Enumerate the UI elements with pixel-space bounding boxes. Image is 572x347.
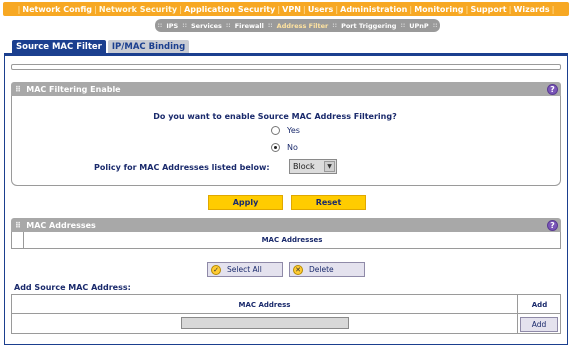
- delete-icon: ✕: [293, 264, 303, 275]
- nav-separator: |: [93, 4, 97, 14]
- nav-vpn[interactable]: VPN: [282, 5, 301, 14]
- nav-separator: |: [551, 4, 555, 14]
- apply-button[interactable]: Apply: [208, 195, 283, 210]
- mac-addresses-header: ⠿ MAC Addresses ?: [11, 218, 561, 232]
- sub-nav: :: IPS :: Services :: Firewall :: Addres…: [155, 19, 440, 32]
- nav-support[interactable]: Support: [470, 5, 506, 14]
- nav-separator: |: [465, 4, 469, 14]
- filter-question: Do you want to enable Source MAC Address…: [153, 112, 397, 121]
- reset-button[interactable]: Reset: [291, 195, 366, 210]
- radio-yes-label: Yes: [287, 126, 300, 135]
- mac-filtering-header: ⠿ MAC Filtering Enable ?: [11, 82, 561, 96]
- nav-monitoring[interactable]: Monitoring: [414, 5, 463, 14]
- mac-addresses-table: MAC Addresses: [11, 232, 561, 249]
- nav-separator: |: [179, 4, 183, 14]
- mac-address-input[interactable]: [181, 317, 349, 329]
- mac-filtering-title: MAC Filtering Enable: [26, 84, 121, 94]
- check-icon: ✓: [211, 264, 221, 275]
- nav-application-security[interactable]: Application Security: [184, 5, 275, 14]
- delete-button[interactable]: ✕ Delete: [289, 262, 365, 277]
- policy-label: Policy for MAC Addresses listed below:: [94, 163, 270, 172]
- policy-select-value: Block: [293, 162, 315, 171]
- status-box: [11, 64, 561, 70]
- nav-separator: |: [335, 4, 339, 14]
- nav-separator: |: [277, 4, 281, 14]
- nav-separator: |: [409, 4, 413, 14]
- subnav-separator: ::: [182, 22, 187, 29]
- nav-network-config[interactable]: Network Config: [22, 5, 92, 14]
- radio-no-row[interactable]: No: [271, 143, 298, 152]
- tab-source-mac-filter[interactable]: Source MAC Filter: [12, 40, 106, 53]
- mac-filtering-panel: [11, 96, 561, 186]
- nav-separator: |: [302, 4, 306, 14]
- radio-yes-row[interactable]: Yes: [271, 126, 300, 135]
- help-icon[interactable]: ?: [547, 84, 558, 95]
- subnav-separator: ::: [400, 22, 406, 29]
- subnav-separator: ::: [225, 22, 231, 29]
- subnav-separator: ::: [432, 22, 438, 29]
- radio-no[interactable]: [271, 143, 280, 152]
- subnav-ips[interactable]: IPS: [166, 22, 178, 30]
- radio-yes[interactable]: [271, 126, 280, 135]
- policy-select[interactable]: Block ▼: [289, 159, 337, 174]
- top-nav: | Network Config | Network Security | Ap…: [3, 2, 569, 16]
- subnav-port-triggering[interactable]: Port Triggering: [341, 22, 396, 30]
- mac-addresses-column-header: MAC Addresses: [261, 236, 323, 244]
- radio-no-label: No: [287, 143, 298, 152]
- nav-wizards[interactable]: Wizards: [514, 5, 550, 14]
- select-all-button[interactable]: ✓ Select All: [207, 262, 283, 277]
- subnav-firewall[interactable]: Firewall: [235, 22, 264, 30]
- nav-network-security[interactable]: Network Security: [99, 5, 177, 14]
- chevron-down-icon[interactable]: ▼: [324, 161, 335, 172]
- subnav-separator: ::: [267, 22, 273, 29]
- subnav-address-filter[interactable]: Address Filter: [277, 22, 329, 30]
- add-column-header: Add: [531, 301, 548, 309]
- nav-separator: |: [508, 4, 512, 14]
- subnav-separator: ::: [157, 22, 163, 29]
- nav-separator: |: [17, 4, 21, 14]
- grip-icon: ⠿: [15, 84, 22, 94]
- select-all-label: Select All: [227, 265, 262, 274]
- mac-address-column-header: MAC Address: [238, 301, 291, 309]
- mac-addresses-title: MAC Addresses: [26, 220, 96, 230]
- subnav-services[interactable]: Services: [191, 22, 222, 30]
- subnav-separator: ::: [332, 22, 338, 29]
- nav-administration[interactable]: Administration: [340, 5, 407, 14]
- delete-label: Delete: [309, 265, 334, 274]
- add-button[interactable]: Add: [520, 317, 558, 332]
- tab-ip-mac-binding[interactable]: IP/MAC Binding: [107, 40, 190, 53]
- grip-icon: ⠿: [15, 220, 22, 230]
- add-section-title: Add Source MAC Address:: [14, 283, 131, 292]
- help-icon[interactable]: ?: [547, 220, 558, 231]
- subnav-upnp[interactable]: UPnP: [409, 22, 428, 30]
- tab-bar: Source MAC Filter IP/MAC Binding: [12, 40, 190, 53]
- nav-users[interactable]: Users: [308, 5, 333, 14]
